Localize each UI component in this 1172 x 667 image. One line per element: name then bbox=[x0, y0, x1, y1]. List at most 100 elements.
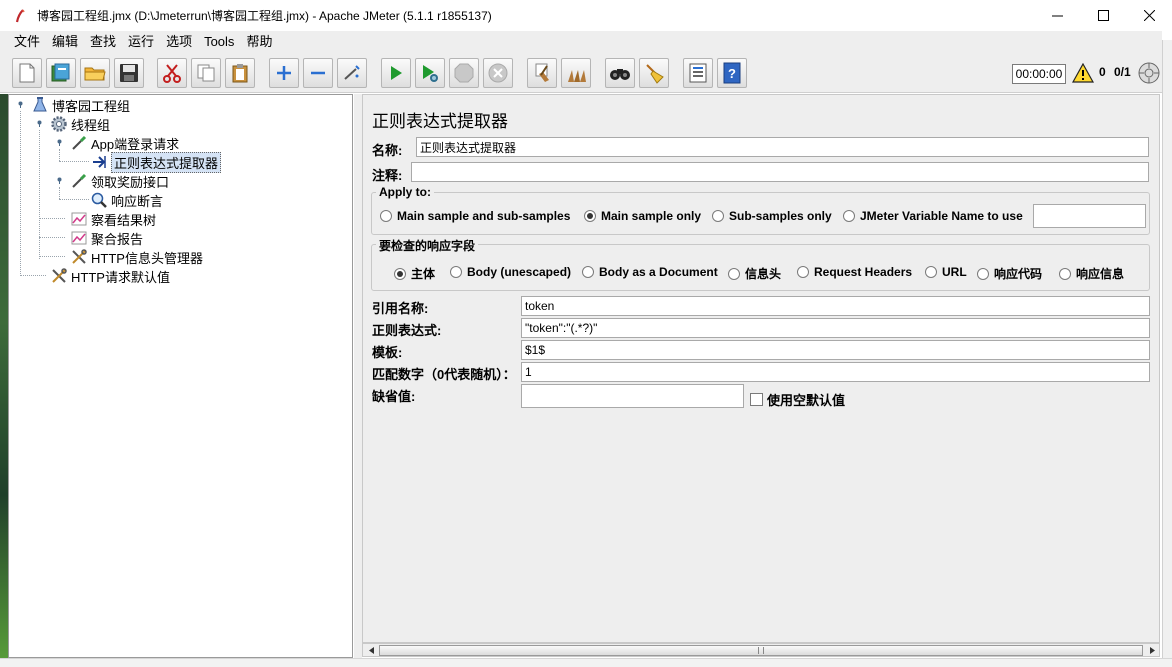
stop-button[interactable] bbox=[449, 58, 479, 88]
radio-button[interactable] bbox=[728, 267, 740, 280]
radio-button[interactable] bbox=[977, 267, 989, 280]
open-button[interactable] bbox=[80, 58, 110, 88]
radio-body-unescaped[interactable]: Body (unescaped) bbox=[450, 265, 571, 279]
new-button[interactable] bbox=[12, 58, 42, 88]
radio-button[interactable] bbox=[797, 266, 809, 278]
radio-body-as-document[interactable]: Body as a Document bbox=[582, 265, 718, 279]
radio-main-and-sub-samples[interactable]: Main sample and sub-samples bbox=[380, 209, 570, 223]
radio-button[interactable] bbox=[582, 266, 594, 278]
sampler-pipette-icon bbox=[70, 134, 88, 152]
template-input[interactable]: $1$ bbox=[521, 340, 1150, 360]
tree-expand-handle-icon[interactable] bbox=[17, 101, 24, 108]
tree-node-header-manager[interactable]: HTTP信息头管理器 bbox=[70, 248, 203, 266]
tree-line bbox=[39, 237, 65, 238]
toggle-button[interactable] bbox=[337, 58, 367, 88]
tree-node-reward-sampler[interactable]: 领取奖励接口 bbox=[70, 172, 169, 190]
play-no-pause-icon bbox=[423, 65, 438, 82]
tree-node-view-results-tree[interactable]: 察看结果树 bbox=[70, 210, 156, 228]
shutdown-icon bbox=[488, 63, 508, 83]
radio-response-code[interactable]: 响应代码 bbox=[977, 265, 1042, 282]
tree-node-login-sampler[interactable]: App端登录请求 bbox=[70, 134, 179, 152]
maximize-icon bbox=[1097, 10, 1109, 21]
expand-all-button[interactable] bbox=[269, 58, 299, 88]
menu-options[interactable]: 选项 bbox=[160, 31, 198, 53]
radio-button-selected[interactable] bbox=[584, 210, 596, 222]
tree-node-aggregate-report[interactable]: 聚合报告 bbox=[70, 229, 143, 247]
shutdown-button[interactable] bbox=[483, 58, 513, 88]
radio-url[interactable]: URL bbox=[925, 265, 967, 279]
tree-expand-handle-icon[interactable] bbox=[56, 177, 63, 184]
elapsed-time: 00:00:00 bbox=[1012, 64, 1066, 84]
clear-button[interactable] bbox=[527, 58, 557, 88]
menu-bar: 文件 编辑 查找 运行 选项 Tools 帮助 bbox=[0, 31, 1162, 53]
name-input[interactable]: 正则表达式提取器 bbox=[416, 137, 1149, 157]
radio-button-selected[interactable] bbox=[394, 267, 406, 280]
horizontal-scrollbar[interactable] bbox=[362, 643, 1160, 657]
radio-button[interactable] bbox=[1059, 267, 1071, 280]
reference-name-input[interactable]: token bbox=[521, 296, 1150, 316]
reset-search-button[interactable] bbox=[639, 58, 669, 88]
radio-button[interactable] bbox=[380, 210, 392, 222]
templates-button[interactable] bbox=[46, 58, 76, 88]
use-empty-default-checkbox[interactable]: 使用空默认值 bbox=[750, 390, 845, 409]
clear-all-button[interactable] bbox=[561, 58, 591, 88]
radio-button[interactable] bbox=[925, 266, 937, 278]
scroll-right-icon[interactable] bbox=[1146, 645, 1158, 656]
tree-expand-handle-icon[interactable] bbox=[36, 120, 43, 127]
cut-button[interactable] bbox=[157, 58, 187, 88]
comment-input[interactable] bbox=[411, 162, 1149, 182]
function-list-icon bbox=[689, 63, 707, 83]
panel-splitter[interactable] bbox=[354, 94, 362, 658]
tree-node-regex-extractor[interactable]: 正则表达式提取器 bbox=[90, 151, 222, 173]
toggle-wand-icon bbox=[344, 65, 360, 80]
radio-button[interactable] bbox=[712, 210, 724, 222]
binoculars-icon bbox=[610, 69, 630, 80]
menu-tools[interactable]: Tools bbox=[198, 31, 240, 53]
menu-search[interactable]: 查找 bbox=[84, 31, 122, 53]
menu-file[interactable]: 文件 bbox=[8, 31, 46, 53]
tree-node-thread-group[interactable]: 线程组 bbox=[50, 115, 110, 133]
search-button[interactable] bbox=[605, 58, 635, 88]
collapse-all-button[interactable] bbox=[303, 58, 333, 88]
radio-request-headers[interactable]: Request Headers bbox=[797, 265, 912, 279]
tree-expand-handle-icon[interactable] bbox=[56, 139, 63, 146]
regex-extractor-panel: 正则表达式提取器 名称: 正则表达式提取器 注释: Apply to: Main… bbox=[362, 94, 1160, 643]
help-button[interactable]: ? bbox=[717, 58, 747, 88]
tree-node-http-defaults[interactable]: HTTP请求默认值 bbox=[50, 267, 170, 285]
minimize-button[interactable] bbox=[1034, 0, 1080, 31]
radio-main-sample-only[interactable]: Main sample only bbox=[584, 209, 701, 223]
copy-button[interactable] bbox=[191, 58, 221, 88]
save-button[interactable] bbox=[114, 58, 144, 88]
start-no-timers-button[interactable] bbox=[415, 58, 445, 88]
maximize-button[interactable] bbox=[1080, 0, 1126, 31]
test-plan-tree[interactable]: 博客园工程组 线程组 App端登录请求 正则表达式提取器 领取奖励接口 响应断言… bbox=[8, 94, 353, 658]
radio-body[interactable]: 主体 bbox=[394, 265, 435, 282]
paste-button[interactable] bbox=[225, 58, 255, 88]
menu-edit[interactable]: 编辑 bbox=[46, 31, 84, 53]
start-button[interactable] bbox=[381, 58, 411, 88]
regex-input[interactable]: "token":"(.*?)" bbox=[521, 318, 1150, 338]
scroll-left-icon[interactable] bbox=[365, 645, 377, 656]
radio-button[interactable] bbox=[843, 210, 855, 222]
radio-response-message[interactable]: 响应信息 bbox=[1059, 265, 1124, 282]
apply-to-title: Apply to: bbox=[376, 185, 434, 199]
scrollbar-thumb[interactable] bbox=[379, 645, 1143, 656]
warning-icon[interactable] bbox=[1072, 63, 1094, 83]
close-button[interactable] bbox=[1126, 0, 1172, 31]
default-value-input[interactable] bbox=[521, 384, 744, 408]
menu-run[interactable]: 运行 bbox=[122, 31, 160, 53]
jmeter-variable-input[interactable] bbox=[1033, 204, 1146, 228]
regex-label: 正则表达式: bbox=[372, 323, 442, 338]
radio-headers[interactable]: 信息头 bbox=[728, 265, 781, 282]
copy-icon bbox=[197, 64, 215, 82]
template-label: 模板: bbox=[372, 345, 403, 360]
match-number-input[interactable]: 1 bbox=[521, 362, 1150, 382]
function-helper-button[interactable] bbox=[683, 58, 713, 88]
tree-node-test-plan[interactable]: 博客园工程组 bbox=[31, 96, 130, 114]
radio-button[interactable] bbox=[450, 266, 462, 278]
radio-jmeter-variable[interactable]: JMeter Variable Name to use bbox=[843, 209, 1023, 223]
menu-help[interactable]: 帮助 bbox=[240, 31, 278, 53]
tree-node-response-assertion[interactable]: 响应断言 bbox=[90, 191, 163, 209]
checkbox-box[interactable] bbox=[750, 393, 763, 406]
radio-sub-samples-only[interactable]: Sub-samples only bbox=[712, 209, 832, 223]
